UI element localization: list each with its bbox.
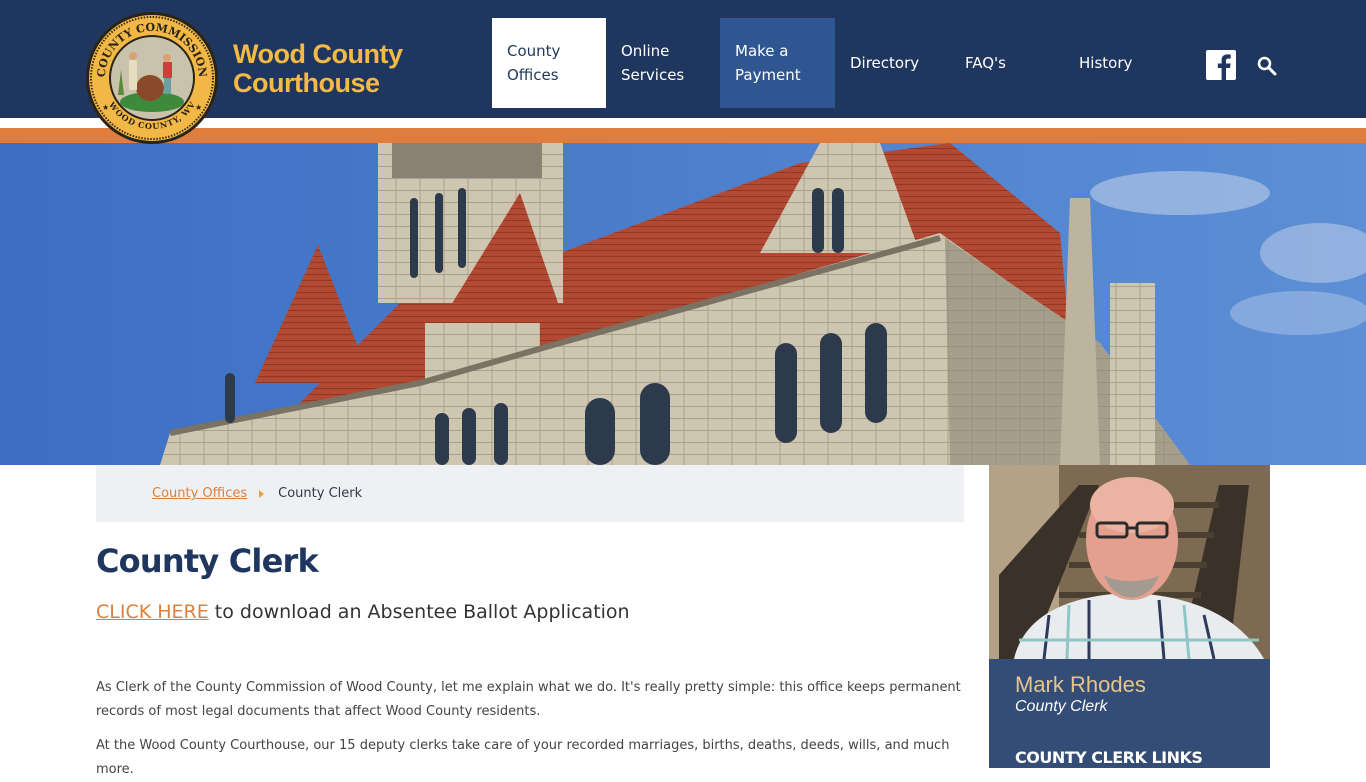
nav-label: Online	[621, 42, 670, 60]
nav-label: Make a	[735, 42, 789, 60]
breadcrumb-current: County Clerk	[278, 486, 363, 501]
nav-online-services[interactable]: Online Services	[606, 18, 720, 108]
nav-label: Directory	[850, 54, 920, 72]
page-title: County Clerk	[96, 542, 319, 580]
hero-courthouse-image	[0, 143, 1366, 465]
svg-text:★: ★	[195, 103, 202, 112]
breadcrumb-separator-icon	[259, 489, 265, 498]
county-clerk-links-heading: COUNTY CLERK LINKS	[1015, 748, 1203, 767]
site-title-line1: Wood County	[233, 39, 403, 69]
nav-label: Payment	[735, 66, 801, 84]
svg-text:★: ★	[102, 103, 109, 112]
nav-label: Offices	[507, 66, 559, 84]
search-icon[interactable]	[1256, 55, 1278, 77]
nav-label: History	[1079, 54, 1133, 72]
nav-history[interactable]: History	[1064, 18, 1178, 108]
absentee-ballot-text: to download an Absentee Ballot Applicati…	[208, 601, 630, 623]
intro-paragraph: As Clerk of the County Commission of Woo…	[96, 680, 961, 719]
site-title-line2: Courthouse	[233, 68, 380, 98]
clerk-profile-sidebar: Mark Rhodes County Clerk COUNTY CLERK LI…	[989, 465, 1270, 768]
absentee-ballot-notice: CLICK HERE to download an Absentee Ballo…	[96, 601, 630, 623]
nav-label: Services	[621, 66, 685, 84]
nav-label: County	[507, 42, 561, 60]
nav-directory[interactable]: Directory	[835, 18, 950, 108]
absentee-ballot-download-link[interactable]: CLICK HERE	[96, 601, 209, 623]
nav-make-a-payment[interactable]: Make a Payment	[720, 18, 835, 108]
site-title[interactable]: Wood County Courthouse	[233, 39, 403, 98]
breadcrumb: County Offices County Clerk	[96, 465, 964, 522]
county-seal-logo[interactable]: COUNTY COMMISSION WOOD COUNTY, WV ★ ★	[85, 10, 219, 146]
nav-faqs[interactable]: FAQ's	[950, 18, 1064, 108]
nav-county-offices[interactable]: County Offices	[492, 18, 606, 108]
breadcrumb-link-county-offices[interactable]: County Offices	[152, 486, 247, 501]
clerk-name: Mark Rhodes	[1015, 672, 1146, 697]
clerk-portrait-photo	[989, 465, 1270, 659]
courthouse-photo	[0, 143, 1366, 465]
nav-label: FAQ's	[965, 54, 1006, 72]
deputy-clerks-paragraph: At the Wood County Courthouse, our 15 de…	[96, 738, 950, 777]
facebook-icon[interactable]	[1206, 50, 1236, 80]
clerk-role: County Clerk	[1015, 698, 1108, 715]
